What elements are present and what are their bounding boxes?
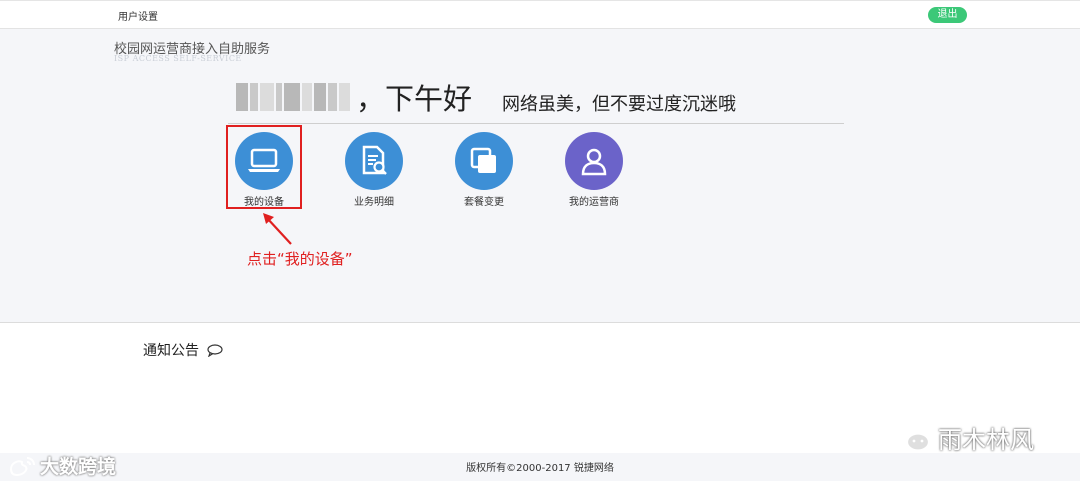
notice-section: 通知公告 [143, 340, 223, 360]
document-search-icon [345, 132, 403, 190]
wechat-logo-icon [890, 422, 931, 452]
page-title: 用户设置 [118, 12, 158, 23]
top-bar: 用户设置 退出 [0, 0, 1080, 29]
greeting-motto: 网络虽美，但不要过度沉迷哦 [502, 94, 736, 115]
menu-item-label: 套餐变更 [464, 197, 504, 208]
annotation-arrow-icon [263, 213, 292, 245]
blurred-username [236, 83, 352, 111]
annotation-hint: 点击“我的设备” [247, 250, 353, 268]
menu-item-my-operator[interactable]: 我的运营商 [554, 132, 634, 208]
menu-item-package-change[interactable]: 套餐变更 [444, 132, 524, 208]
watermark-left: 大数跨境 [8, 452, 116, 479]
main-panel: 校园网运营商接入自助服务 ISP ACCESS SELF-SERVICE ，下午… [0, 29, 1080, 323]
weibo-logo-icon [9, 456, 35, 476]
menu-item-business-details[interactable]: 业务明细 [334, 132, 414, 208]
menu-item-label: 我的运营商 [569, 197, 619, 208]
divider [228, 123, 844, 124]
greeting-text: ，下午好 [356, 82, 473, 116]
copyright-text: 版权所有©2000-2017 锐捷网络 [466, 463, 614, 474]
user-icon [565, 132, 623, 190]
footer: 版权所有©2000-2017 锐捷网络 [0, 453, 1080, 481]
highlight-box [226, 125, 302, 209]
notice-title: 通知公告 [143, 343, 199, 359]
watermark-right-text: 雨木林风 [938, 426, 1034, 454]
copy-square-icon [455, 132, 513, 190]
speech-bubble-icon[interactable] [207, 343, 223, 357]
watermark-left-text: 大数跨境 [40, 456, 117, 478]
watermark-right: 雨木林风 [890, 420, 1034, 455]
service-subtitle: ISP ACCESS SELF-SERVICE [114, 54, 242, 63]
logout-button[interactable]: 退出 [928, 7, 967, 23]
menu-item-label: 业务明细 [354, 197, 394, 208]
